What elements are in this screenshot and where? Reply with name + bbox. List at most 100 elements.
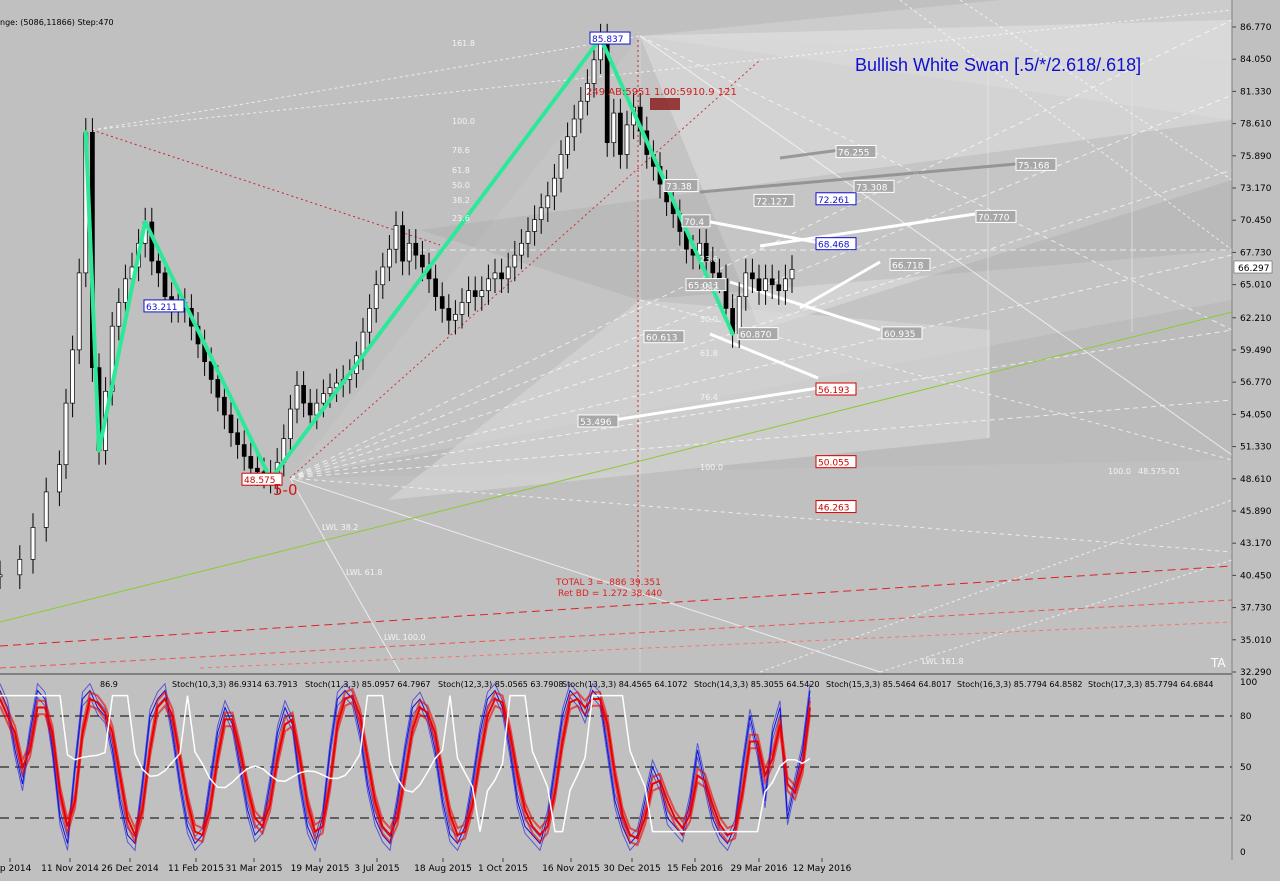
level-label: 68.468 — [818, 241, 850, 251]
total-annotation: TOTAL 3 = .886 39.351 — [555, 578, 661, 588]
candle-body — [123, 278, 128, 303]
level-label: 46.263 — [818, 504, 850, 514]
level-label: 56.193 — [818, 386, 850, 396]
level-label: 48.575 — [244, 476, 276, 486]
candle-body — [413, 242, 419, 256]
level-label: 60.935 — [884, 330, 916, 340]
stoch-legend-item: Stoch(15,3,3) 85.5464 64.8017 — [826, 680, 952, 689]
svg-text:100.0: 100.0 — [1108, 467, 1131, 476]
pattern-title: Bullish White Swan [.5/*/2.618/.618] — [855, 55, 1141, 75]
candle-body — [30, 527, 36, 560]
time-tick-label: 19 May 2015 — [291, 864, 350, 874]
price-tick-label: 84.050 — [1240, 55, 1272, 65]
candle-body — [387, 248, 392, 268]
candle-body — [552, 177, 557, 197]
pattern-point — [83, 130, 88, 135]
candle-body — [466, 290, 471, 303]
level-label: 72.261 — [818, 196, 850, 206]
price-tick-label: 67.730 — [1240, 248, 1272, 258]
price-tick-label: 73.170 — [1240, 184, 1272, 194]
level-label: 70.770 — [978, 213, 1010, 223]
price-tick-label: 48.610 — [1240, 475, 1272, 485]
level-label: 63.211 — [146, 303, 178, 313]
stoch-legend: 86.9 Stoch(10,3,3) 86.9314 63.7913 Stoch(… — [100, 680, 1214, 689]
price-chart[interactable]: 86.770 84.050 81.330 78.610 75.890 73.170 70.4… — [0, 0, 1280, 881]
time-tick-label: 26 Dec 2014 — [101, 864, 159, 874]
price-tick-label: 75.890 — [1240, 152, 1272, 162]
candle-body — [228, 414, 234, 434]
price-tick-label: 78.610 — [1240, 120, 1272, 130]
svg-text:23.6: 23.6 — [452, 214, 470, 223]
candle-body — [479, 290, 485, 297]
candle-body — [750, 272, 755, 280]
price-tick-label: 86.770 — [1240, 23, 1272, 33]
price-tick-label: 65.010 — [1240, 281, 1272, 291]
pattern-point — [730, 331, 735, 336]
candle-body — [301, 385, 306, 404]
stoch-tick-label: 100 — [1240, 678, 1257, 688]
candle-body — [486, 278, 491, 292]
candle-body — [327, 387, 333, 395]
svg-text:LWL 38.2: LWL 38.2 — [322, 523, 358, 532]
stoch-legend-item: Stoch(14,3,3) 85.3055 64.5420 — [694, 680, 820, 689]
level-label: 70.4 — [684, 218, 704, 228]
candle-body — [789, 269, 795, 280]
time-tick-label: 11 Nov 2014 — [41, 864, 99, 874]
candle-body — [492, 272, 498, 280]
candle-body — [756, 278, 762, 292]
candle-body — [472, 290, 478, 297]
candle-body — [519, 242, 524, 256]
candle-body — [439, 296, 445, 309]
candle-body — [406, 242, 412, 262]
price-tick-label: 62.210 — [1240, 314, 1272, 324]
candle-body — [367, 308, 372, 333]
ret-bd-annotation: Ret BD = 1.272 38.440 — [558, 589, 663, 599]
candle-body — [611, 112, 617, 144]
time-tick-label: 30 Dec 2015 — [603, 864, 661, 874]
stoch-legend-item: Stoch(11,3,3) 85.0957 64.7967 — [305, 680, 431, 689]
price-tick-label: 45.890 — [1240, 507, 1272, 517]
level-label: 53.496 — [580, 418, 612, 428]
candle-body — [743, 272, 749, 297]
candle-body — [591, 59, 597, 84]
svg-text:86.9: 86.9 — [100, 680, 118, 689]
svg-text:161.8: 161.8 — [452, 39, 475, 48]
pattern-marker: 5-0 — [273, 481, 298, 499]
svg-text:61.8: 61.8 — [452, 166, 470, 175]
candle-body — [763, 278, 768, 292]
candle-body — [17, 559, 23, 576]
time-tick-label: 1 Oct 2015 — [478, 864, 528, 874]
candle-body — [235, 432, 240, 445]
candle-body — [571, 118, 577, 138]
candle-body — [116, 302, 122, 327]
stoch-legend-item: Stoch(16,3,3) 85.7794 64.8582 — [957, 680, 1083, 689]
candle-body — [162, 272, 168, 297]
svg-text:23.6: 23.6 — [700, 255, 718, 264]
level-label: 85.837 — [592, 35, 624, 45]
price-tick-label: 56.770 — [1240, 378, 1272, 388]
candle-body — [294, 385, 300, 410]
candle-body — [57, 464, 62, 493]
candle-body — [776, 284, 782, 292]
candle-body — [400, 225, 405, 262]
candle-body — [70, 349, 75, 404]
candle-body — [380, 266, 386, 286]
stoch-tick-label: 0 — [1240, 848, 1246, 858]
svg-text:LWL 61.8: LWL 61.8 — [346, 568, 382, 577]
price-tick-label: 37.730 — [1240, 604, 1272, 614]
candle-body — [307, 402, 313, 416]
time-tick-label: 15 Feb 2016 — [667, 864, 723, 874]
candle-body — [0, 574, 3, 578]
candle-body — [578, 100, 584, 120]
candle-body — [558, 154, 564, 179]
candle-body — [512, 254, 518, 268]
candle-body — [459, 302, 465, 315]
candle-body — [321, 393, 326, 404]
candle-body — [43, 491, 49, 528]
candle-body — [525, 231, 531, 244]
level-label: 72.127 — [756, 197, 788, 207]
level-label: 50.055 — [818, 459, 850, 469]
candle-body — [373, 284, 379, 309]
level-label: 73.308 — [856, 183, 888, 193]
candle-body — [241, 444, 247, 457]
